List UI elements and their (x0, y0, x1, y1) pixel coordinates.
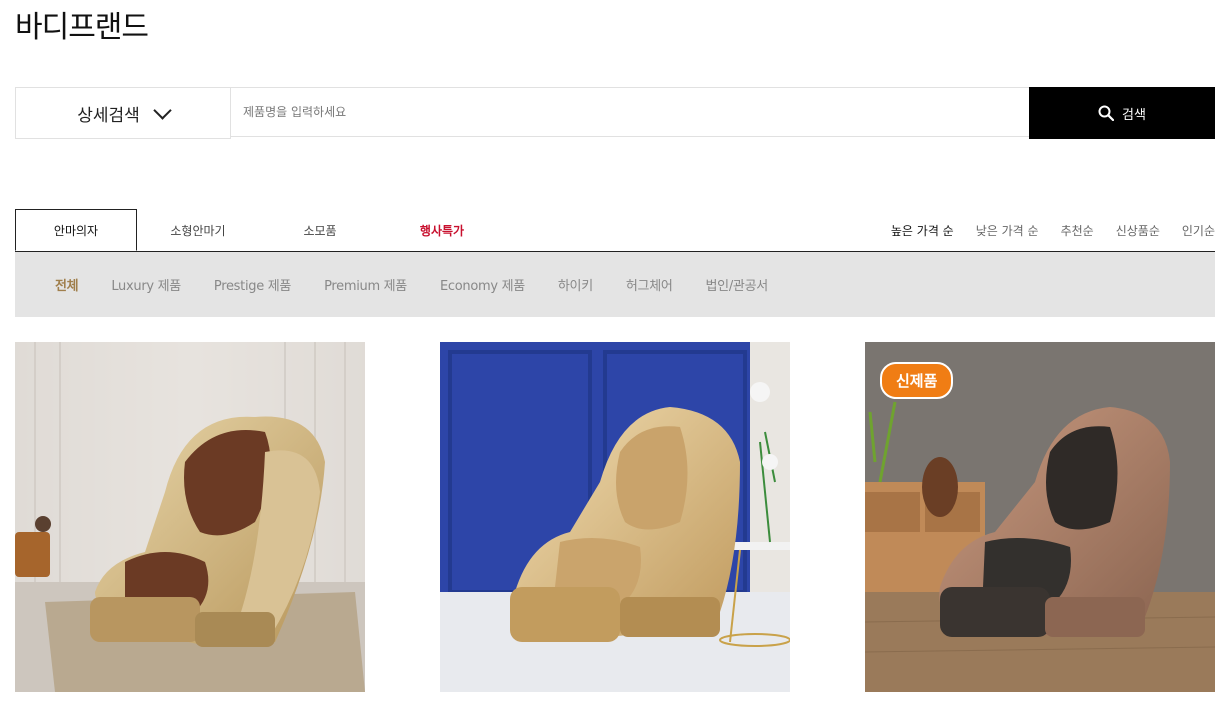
search-button[interactable]: 검색 (1029, 87, 1215, 139)
product-image (15, 342, 365, 692)
search-input[interactable] (231, 87, 1029, 137)
new-badge: 신제품 (880, 362, 954, 399)
product-card[interactable]: 신제품 (865, 342, 1215, 692)
advanced-search-label: 상세검색 (77, 105, 140, 126)
subcategory-premium[interactable]: Premium 제품 (324, 275, 407, 294)
tab-consumables[interactable]: 소모품 (259, 209, 381, 251)
tab-massage-chair[interactable]: 안마의자 (15, 209, 137, 251)
category-tabs: 안마의자 소형안마기 소모품 행사특가 높은 가격 순 낮은 가격 순 추천순 … (15, 209, 1215, 252)
sort-price-low[interactable]: 낮은 가격 순 (976, 222, 1039, 239)
product-card[interactable] (15, 342, 365, 692)
chevron-down-icon (153, 100, 172, 120)
tab-special-offer[interactable]: 행사특가 (381, 209, 503, 251)
search-bar: 상세검색 검색 (15, 87, 1215, 139)
sort-price-high[interactable]: 높은 가격 순 (891, 222, 954, 239)
subcategory-bar: 전체 Luxury 제품 Prestige 제품 Premium 제품 Econ… (15, 252, 1215, 317)
advanced-search-dropdown[interactable]: 상세검색 (15, 87, 231, 139)
subcategory-hugchair[interactable]: 허그체어 (626, 275, 673, 294)
subcategory-economy[interactable]: Economy 제품 (440, 275, 525, 294)
search-button-label: 검색 (1122, 107, 1146, 123)
sort-options: 높은 가격 순 낮은 가격 순 추천순 신상품순 인기순 (869, 209, 1215, 251)
product-card[interactable] (440, 342, 790, 692)
product-image (440, 342, 790, 692)
subcategory-luxury[interactable]: Luxury 제품 (111, 275, 181, 294)
sort-popular[interactable]: 인기순 (1182, 222, 1215, 239)
subcategory-all[interactable]: 전체 (55, 275, 79, 294)
subcategory-corporate[interactable]: 법인/관공서 (706, 275, 769, 294)
search-icon (1098, 105, 1115, 121)
subcategory-prestige[interactable]: Prestige 제품 (214, 275, 291, 294)
tab-small-massager[interactable]: 소형안마기 (137, 209, 259, 251)
sort-recommended[interactable]: 추천순 (1061, 222, 1094, 239)
subcategory-hikey[interactable]: 하이키 (558, 275, 593, 294)
page-title: 바디프랜드 (15, 10, 149, 45)
sort-newest[interactable]: 신상품순 (1116, 222, 1160, 239)
